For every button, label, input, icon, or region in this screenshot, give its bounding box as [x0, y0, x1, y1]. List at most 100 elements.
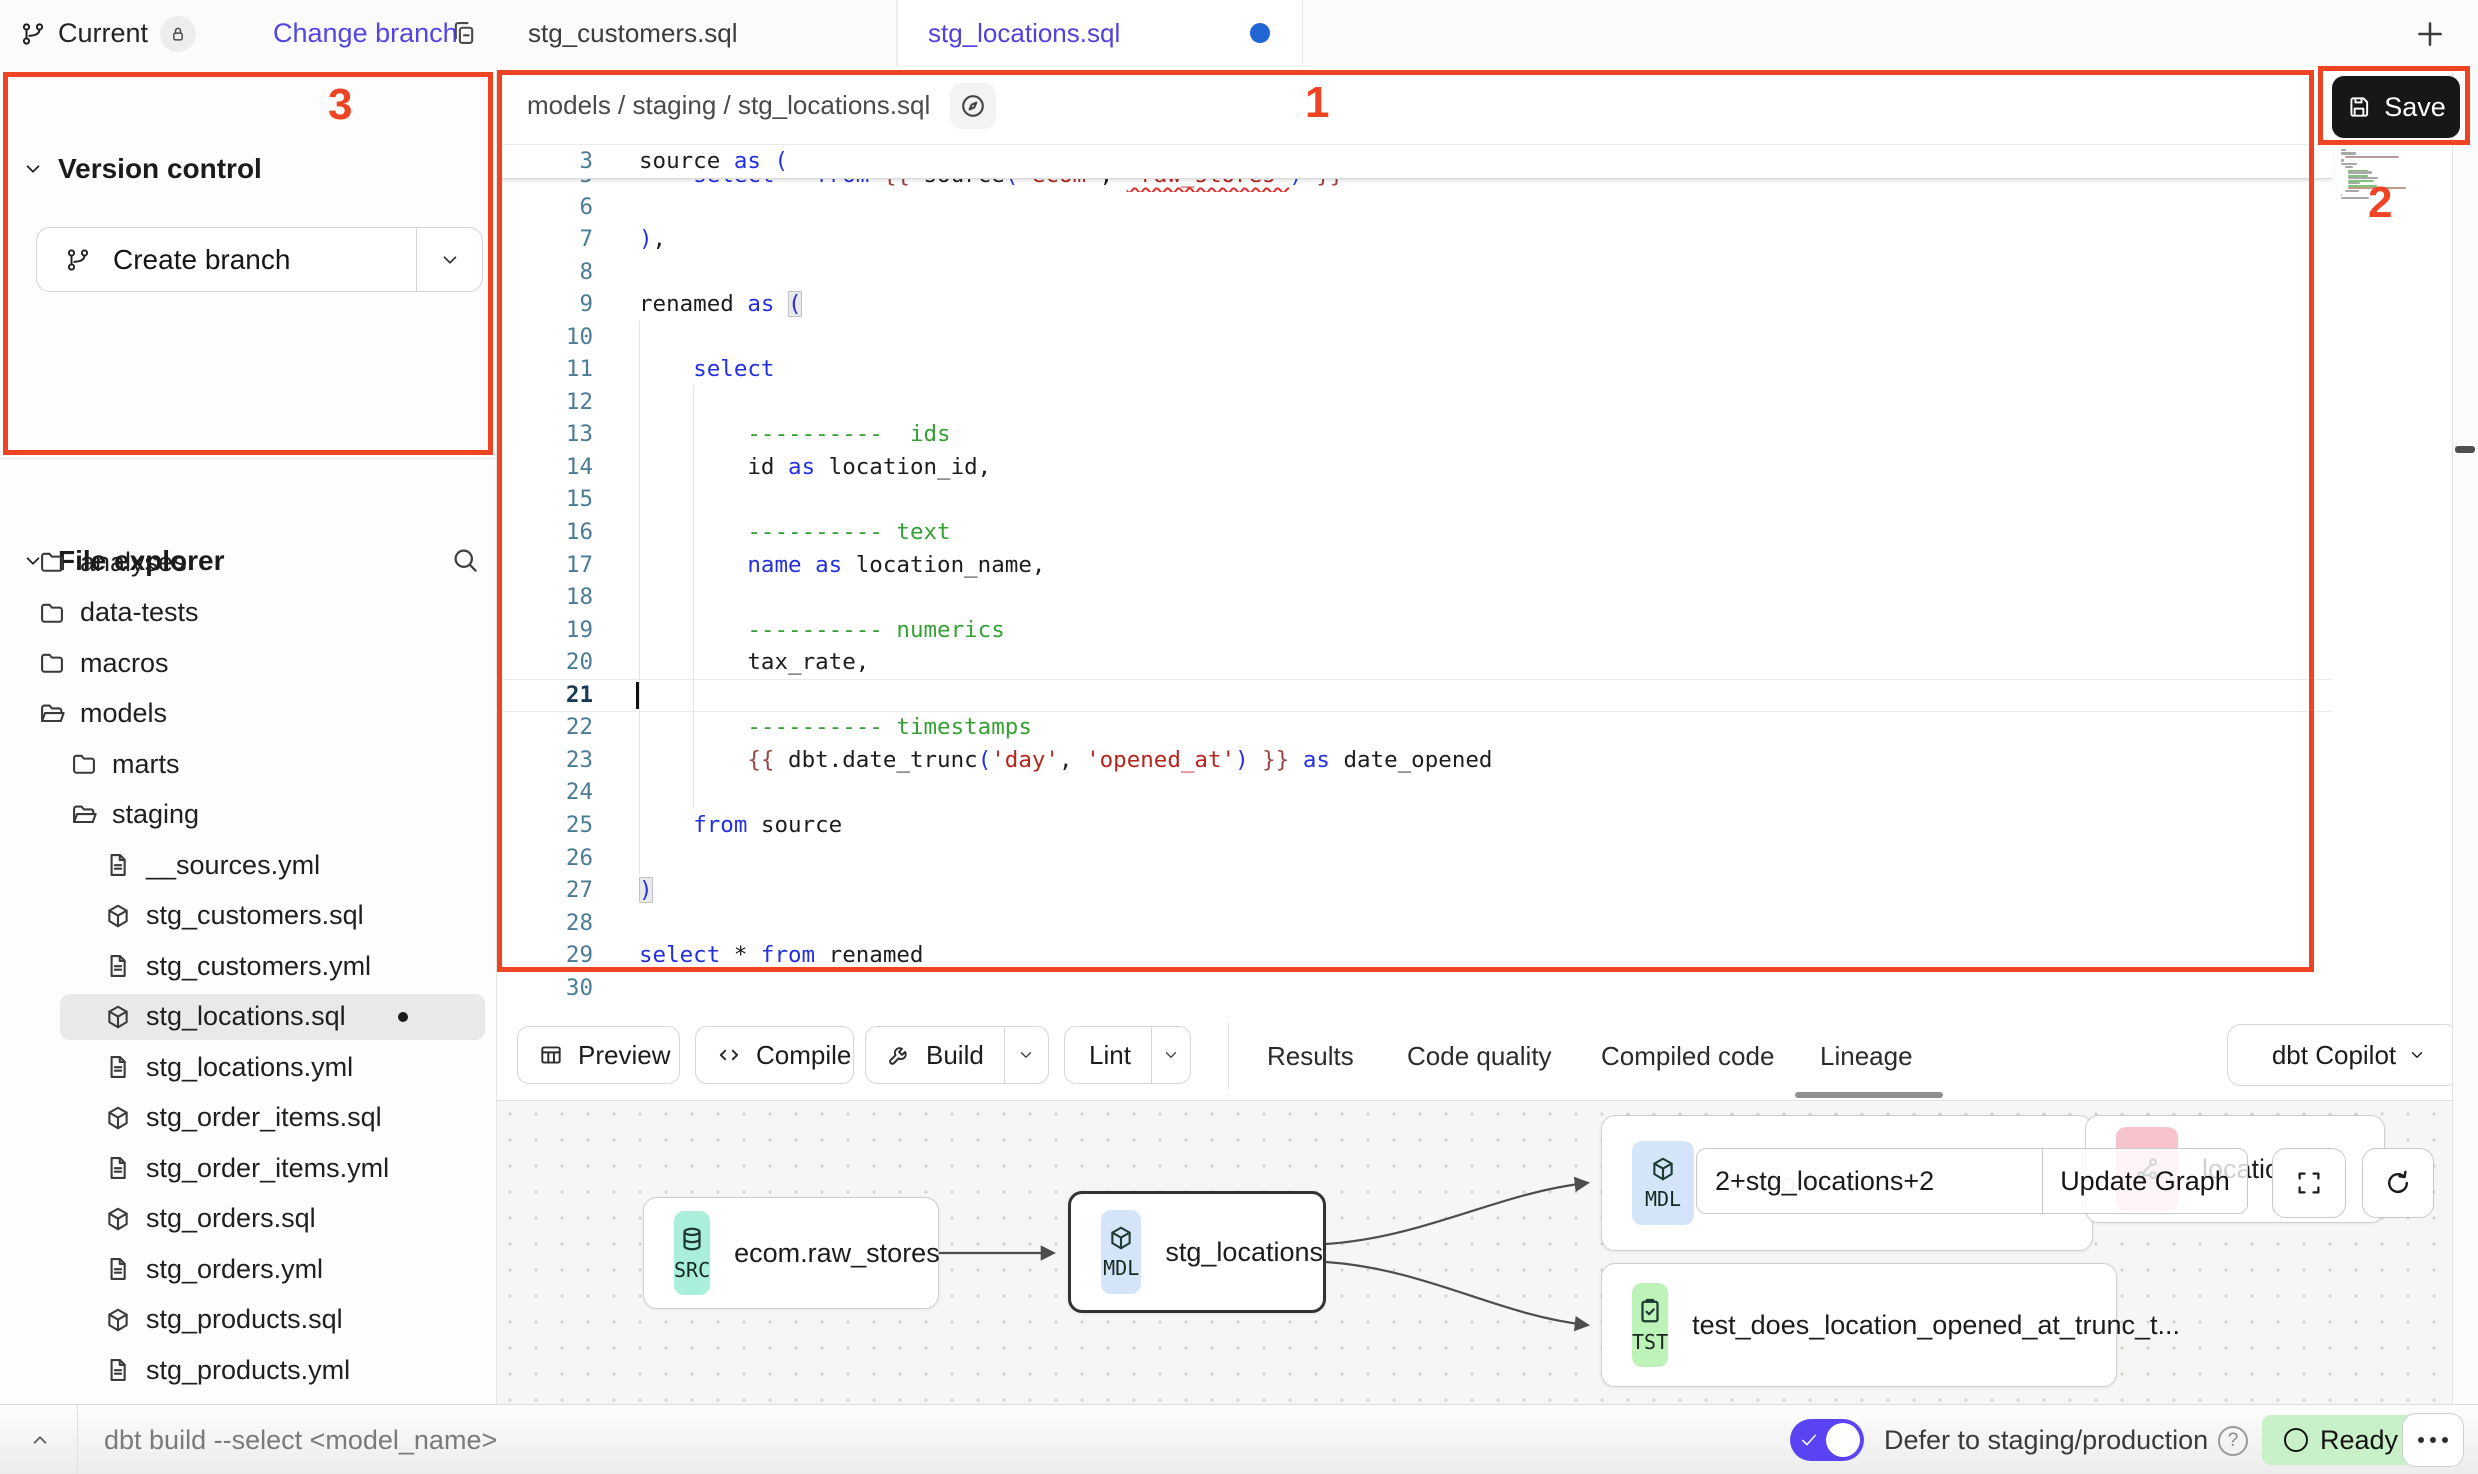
dbt-copilot-button[interactable]: dbt Copilot: [2227, 1024, 2459, 1086]
cube-icon: [104, 1003, 132, 1031]
tab-results[interactable]: Results: [1267, 1012, 1354, 1100]
file-tree-item-__sources.yml[interactable]: __sources.yml: [0, 840, 497, 890]
line-code: select: [693, 353, 774, 386]
node-label: stg_locations: [1165, 1237, 1323, 1268]
file-tree-item-stg_products.yml[interactable]: stg_products.yml: [0, 1345, 497, 1395]
file-tree-item-models[interactable]: models: [0, 689, 497, 739]
chevron-down-icon: [22, 158, 44, 180]
lineage-node-tst[interactable]: TSTtest_does_location_opened_at_trunc_t.…: [1601, 1263, 2117, 1387]
code-line-27: 27): [497, 874, 2452, 907]
code-line-12: 12: [497, 386, 2452, 419]
save-button[interactable]: Save: [2332, 76, 2460, 138]
lineage-node-mdl[interactable]: MDL stg_locations: [1068, 1191, 1326, 1313]
lineage-node-src[interactable]: SRC ecom.raw_stores: [643, 1197, 939, 1309]
compile-button[interactable]: Compile: [695, 1026, 854, 1084]
line-number: 13: [497, 418, 593, 451]
file-icon: [104, 1255, 132, 1283]
node-badge: SRC: [674, 1211, 710, 1295]
refresh-button[interactable]: [2362, 1148, 2434, 1218]
lint-dropdown[interactable]: [1151, 1027, 1190, 1083]
code-line-13: 13---------- ids: [497, 418, 2452, 451]
line-number: 28: [497, 907, 593, 940]
cube-icon: [104, 1306, 132, 1334]
collapsed-right-panel: [2452, 67, 2478, 1404]
line-code: ---------- numerics: [747, 614, 1004, 647]
file-tree-item-stg_order_items.yml[interactable]: stg_order_items.yml: [0, 1143, 497, 1193]
file-tree-item-macros[interactable]: macros: [0, 638, 497, 688]
line-number: 17: [497, 549, 593, 582]
status-bar: dbt build --select <model_name> Defer to…: [0, 1404, 2478, 1474]
fullscreen-button[interactable]: [2272, 1148, 2346, 1218]
code-line-16: 16---------- text: [497, 516, 2452, 549]
file-name: stg_locations.sql: [146, 1001, 346, 1032]
code-line-19: 19---------- numerics: [497, 614, 2452, 647]
node-label: test_does_location_opened_at_trunc_t...: [1692, 1310, 2180, 1341]
tab-lineage[interactable]: Lineage: [1820, 1012, 1913, 1100]
line-number: 25: [497, 809, 593, 842]
file-tree-item-stg_products.sql[interactable]: stg_products.sql: [0, 1295, 497, 1345]
change-branch-link[interactable]: Change branch: [273, 0, 458, 67]
file-tree-item-analyses[interactable]: analyses: [0, 537, 497, 587]
line-number: 16: [497, 516, 593, 549]
help-icon[interactable]: ?: [2218, 1426, 2248, 1456]
copy-branch-icon[interactable]: [450, 19, 478, 47]
version-control-title: Version control: [58, 153, 262, 185]
current-branch-widget[interactable]: Current: [20, 0, 196, 67]
file-tree-item-stg_locations.yml[interactable]: stg_locations.yml: [0, 1042, 497, 1092]
file-tree-item-stg_customers.sql[interactable]: stg_customers.sql: [0, 891, 497, 941]
lint-button[interactable]: Lint: [1064, 1026, 1191, 1084]
line-number: 11: [497, 353, 593, 386]
line-number: 8: [497, 256, 593, 289]
editor-tab-stg_customers.sql[interactable]: stg_customers.sql: [498, 0, 897, 66]
line-code: renamed as (: [639, 288, 802, 321]
update-graph-button[interactable]: Update Graph: [2042, 1148, 2248, 1214]
branch-lock-badge: [160, 16, 196, 52]
badge-text: MDL: [1103, 1256, 1139, 1280]
node-label: ecom.raw_stores: [734, 1238, 940, 1269]
lineage-selector-input[interactable]: 2+stg_locations+2: [1696, 1148, 2042, 1214]
defer-label: Defer to staging/production: [1884, 1405, 2208, 1474]
active-tab-underline: [1795, 1092, 1943, 1098]
cube-icon: [104, 902, 132, 930]
file-name: data-tests: [80, 597, 199, 628]
new-tab-button[interactable]: [2410, 14, 2450, 54]
lineage-canvas[interactable]: SRCecom.raw_storesMDLstg_locationsMDLloc…: [497, 1100, 2452, 1405]
file-tree-item-stg_orders.sql[interactable]: stg_orders.sql: [0, 1194, 497, 1244]
file-tree-item-staging[interactable]: staging: [0, 790, 497, 840]
folder-open-icon: [70, 801, 98, 829]
build-button[interactable]: Build: [865, 1026, 1049, 1084]
tab-code-quality[interactable]: Code quality: [1407, 1012, 1552, 1100]
lineage-compass-icon[interactable]: [950, 83, 996, 129]
file-tree-item-stg_orders.yml[interactable]: stg_orders.yml: [0, 1244, 497, 1294]
line-number: 7: [497, 223, 593, 256]
tab-compiled-code[interactable]: Compiled code: [1601, 1012, 1774, 1100]
editor-tab-stg_locations.sql[interactable]: stg_locations.sql: [897, 0, 1303, 66]
line-code: ---------- timestamps: [747, 711, 1031, 744]
top-bar: Current Change branch stg_customers.sqls…: [0, 0, 2478, 68]
status-divider: [77, 1405, 78, 1474]
file-tree-item-stg_order_items.sql[interactable]: stg_order_items.sql: [0, 1093, 497, 1143]
defer-toggle[interactable]: [1790, 1419, 1864, 1461]
create-branch-button[interactable]: Create branch: [36, 227, 483, 292]
file-name: stg_customers.yml: [146, 951, 371, 982]
build-dropdown[interactable]: [1004, 1027, 1048, 1083]
command-input[interactable]: dbt build --select <model_name>: [104, 1405, 497, 1474]
command-bar-collapse-button[interactable]: [22, 1422, 58, 1458]
code-editor[interactable]: 67),89renamed as (1011select1213--------…: [497, 145, 2452, 1012]
breadcrumb: models / staging / stg_locations.sql: [527, 90, 930, 121]
panel-resize-handle[interactable]: [2455, 446, 2475, 453]
folder-icon: [70, 750, 98, 778]
file-tree-item-data-tests[interactable]: data-tests: [0, 588, 497, 638]
more-options-button[interactable]: [2402, 1413, 2464, 1467]
file-tree-item-stg_locations.sql[interactable]: stg_locations.sql: [0, 992, 497, 1042]
cube-icon: [1107, 1224, 1135, 1252]
file-tree-item-stg_customers.yml[interactable]: stg_customers.yml: [0, 941, 497, 991]
status-ready-badge[interactable]: Ready: [2262, 1415, 2420, 1465]
create-branch-dropdown[interactable]: [416, 228, 482, 291]
version-control-header[interactable]: Version control: [22, 153, 262, 185]
line-number: 20: [497, 646, 593, 679]
lineage-selector-value: 2+stg_locations+2: [1715, 1166, 1934, 1197]
node-badge: TST: [1632, 1283, 1668, 1367]
preview-button[interactable]: Preview: [517, 1026, 680, 1084]
file-tree-item-marts[interactable]: marts: [0, 739, 497, 789]
